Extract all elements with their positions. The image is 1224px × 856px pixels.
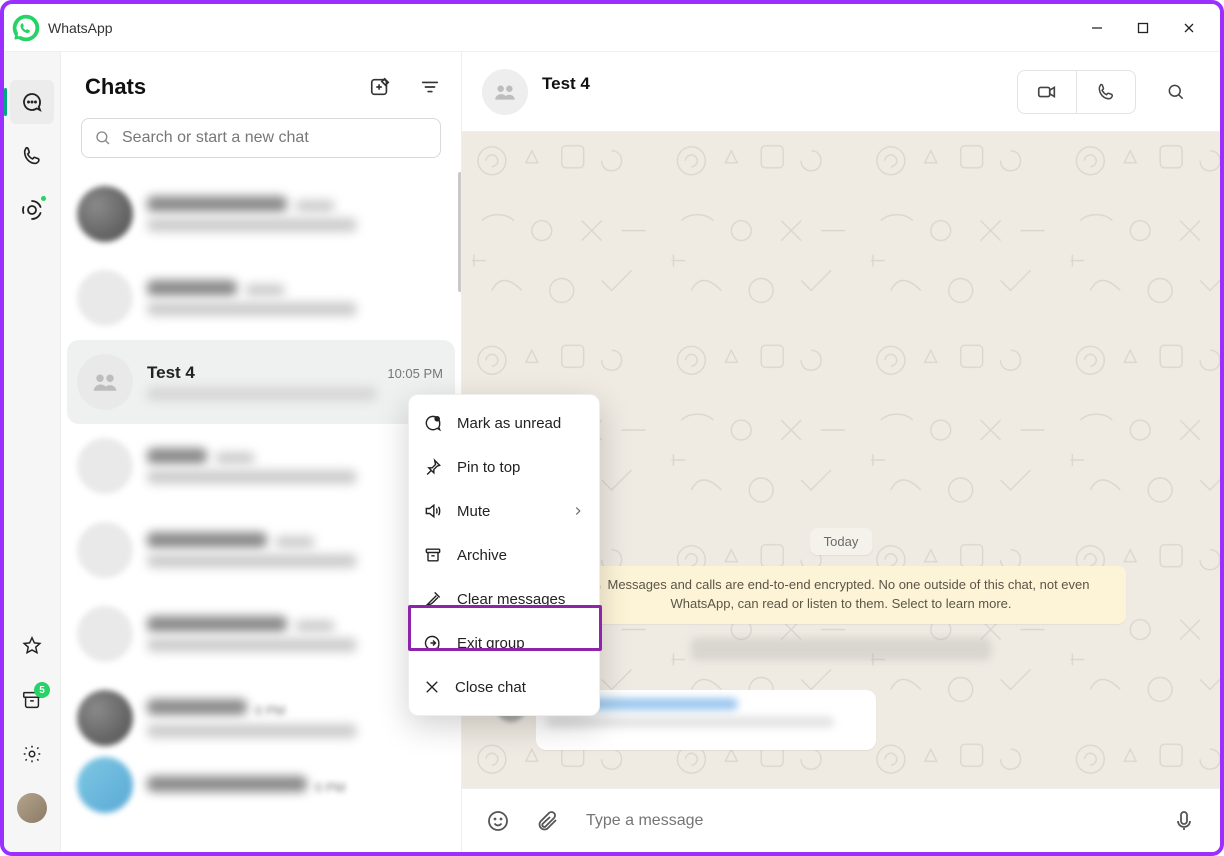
- chat-time: 10:05 PM: [387, 366, 443, 381]
- chats-scroll[interactable]: Test 4 10:05 PM 0 PM: [61, 172, 461, 852]
- rail-settings[interactable]: [10, 732, 54, 776]
- avatar-icon: [77, 690, 133, 746]
- attach-button[interactable]: [536, 809, 560, 833]
- titlebar: WhatsApp: [4, 4, 1220, 52]
- group-avatar-icon: [482, 69, 528, 115]
- chat-item-blurred[interactable]: [61, 508, 461, 592]
- chat-item-blurred[interactable]: [61, 172, 461, 256]
- group-avatar-icon: [77, 354, 133, 410]
- search-icon: [94, 129, 112, 147]
- phone-icon: [21, 145, 43, 167]
- window-maximize-button[interactable]: [1120, 5, 1166, 51]
- message-composer: [462, 788, 1220, 852]
- ctx-clear[interactable]: Clear messages: [409, 577, 599, 621]
- chat-unread-icon: [423, 413, 443, 433]
- rail-calls[interactable]: [10, 134, 54, 178]
- profile-avatar-icon: [17, 793, 47, 823]
- scrollbar-thumb[interactable]: [458, 172, 461, 292]
- chat-name: Test 4: [147, 363, 379, 383]
- close-icon: [423, 678, 441, 696]
- rail-archive[interactable]: 5: [10, 678, 54, 722]
- message-input[interactable]: [586, 812, 1146, 830]
- star-icon: [21, 635, 43, 657]
- conversation-search-button[interactable]: [1152, 70, 1200, 114]
- avatar-icon: [77, 606, 133, 662]
- video-call-button[interactable]: [1018, 71, 1076, 113]
- chat-item-blurred[interactable]: 0 PM: [61, 760, 461, 810]
- exit-icon: [423, 633, 443, 653]
- system-message-blurred: [691, 638, 991, 660]
- chat-item-blurred[interactable]: [61, 592, 461, 676]
- status-dot-icon: [39, 194, 48, 203]
- chat-item-blurred[interactable]: [61, 256, 461, 340]
- ctx-mute[interactable]: Mute: [409, 489, 599, 533]
- encryption-notice[interactable]: Messages and calls are end-to-end encryp…: [556, 566, 1126, 624]
- chat-list-panel: Chats Search or start a new chat: [60, 52, 462, 852]
- window-minimize-button[interactable]: [1074, 5, 1120, 51]
- new-chat-button[interactable]: [369, 76, 391, 98]
- chevron-right-icon: [571, 504, 585, 518]
- chats-title: Chats: [85, 74, 369, 100]
- rail-starred[interactable]: [10, 624, 54, 668]
- mic-button[interactable]: [1172, 809, 1196, 833]
- search-input[interactable]: Search or start a new chat: [81, 118, 441, 158]
- ctx-pin[interactable]: Pin to top: [409, 445, 599, 489]
- pin-icon: [423, 457, 443, 477]
- rail-profile[interactable]: [10, 786, 54, 830]
- ctx-archive[interactable]: Archive: [409, 533, 599, 577]
- conversation-title: Test 4: [542, 74, 590, 94]
- ctx-exit-group[interactable]: Exit group: [409, 621, 599, 665]
- rail-chats[interactable]: [10, 80, 54, 124]
- ctx-mark-unread[interactable]: Mark as unread: [409, 401, 599, 445]
- voice-call-button[interactable]: [1077, 71, 1135, 113]
- date-separator: Today: [810, 528, 873, 555]
- archive-icon: [423, 545, 443, 565]
- chat-item-blurred[interactable]: [61, 424, 461, 508]
- window-close-button[interactable]: [1166, 5, 1212, 51]
- conversation-subtitle: ​​​​​​​​​​​​: [542, 94, 590, 109]
- avatar-icon: [77, 438, 133, 494]
- avatar-icon: [77, 757, 133, 813]
- ctx-close-chat[interactable]: Close chat: [409, 665, 599, 709]
- avatar-icon: [77, 186, 133, 242]
- filter-button[interactable]: [419, 76, 441, 98]
- chat-item-blurred[interactable]: 0 PM: [61, 676, 461, 760]
- broom-icon: [423, 589, 443, 609]
- avatar-icon: [77, 522, 133, 578]
- chat-bubble-icon: [20, 90, 44, 114]
- search-placeholder: Search or start a new chat: [122, 129, 309, 147]
- gear-icon: [21, 743, 43, 765]
- chat-context-menu: Mark as unread Pin to top Mute Archive C…: [408, 394, 600, 716]
- conversation-header[interactable]: Test 4 ​​​​​​​​​​​​: [462, 52, 1220, 132]
- whatsapp-logo-icon: [12, 14, 40, 42]
- app-name: WhatsApp: [48, 20, 113, 36]
- archive-badge: 5: [34, 682, 50, 698]
- call-button-group: [1017, 70, 1136, 114]
- speaker-icon: [423, 501, 443, 521]
- chat-item-selected[interactable]: Test 4 10:05 PM: [67, 340, 455, 424]
- nav-rail: 5: [4, 52, 60, 852]
- avatar-icon: [77, 270, 133, 326]
- emoji-button[interactable]: [486, 809, 510, 833]
- rail-status[interactable]: [10, 188, 54, 232]
